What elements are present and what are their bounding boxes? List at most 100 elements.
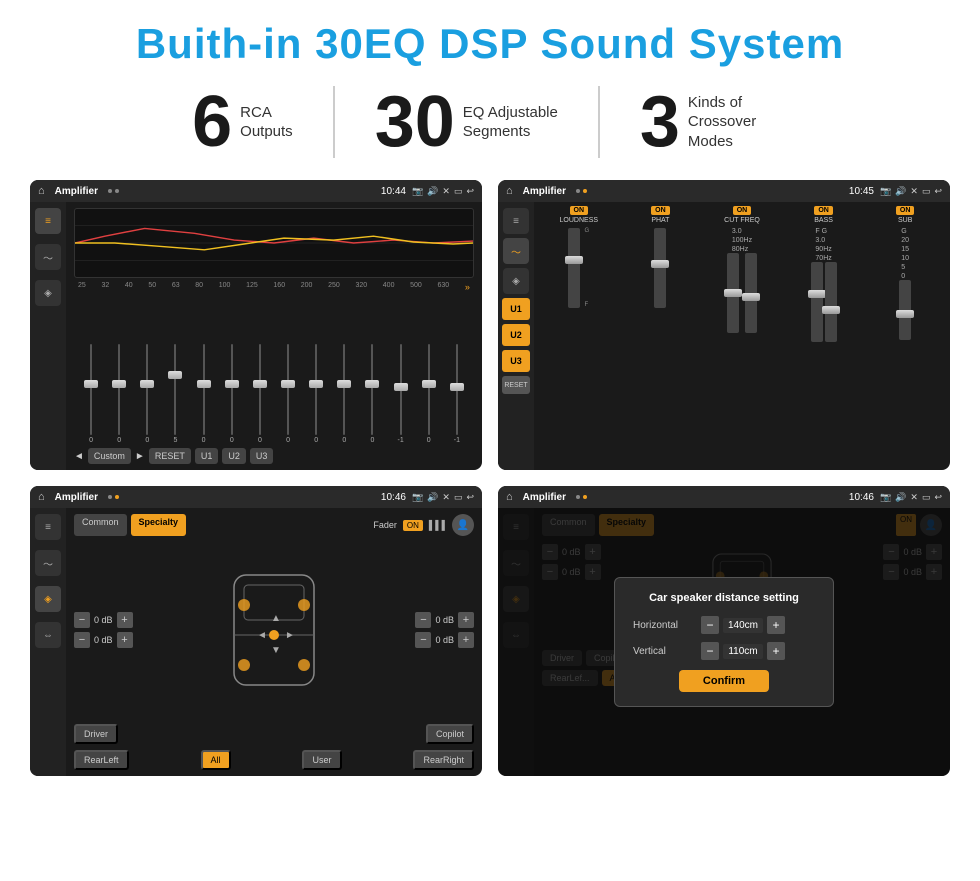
- horizontal-minus-btn[interactable]: −: [701, 616, 719, 634]
- horizontal-stepper: − 140cm +: [701, 616, 785, 634]
- back-icon[interactable]: ↩: [466, 186, 474, 197]
- db-minus-1[interactable]: −: [74, 612, 90, 628]
- svg-text:►: ►: [285, 630, 295, 641]
- fader-center: ▲ ▼ ◄ ►: [141, 542, 408, 718]
- bass-slider[interactable]: [811, 262, 823, 342]
- user-btn[interactable]: User: [302, 750, 341, 770]
- rearleft-btn[interactable]: RearLeft: [74, 750, 129, 770]
- close-icon-2[interactable]: ✕: [910, 186, 918, 197]
- screen1-time: 10:44: [381, 186, 406, 197]
- eq-freq-labels: 25 32 40 50 63 80 100 125 160 200 250 32…: [74, 282, 474, 292]
- db-plus-1[interactable]: +: [117, 612, 133, 628]
- window-icon-2: ▭: [922, 186, 931, 197]
- speaker-icon[interactable]: ◈: [35, 280, 61, 306]
- db-val-4: 0 dB: [435, 635, 454, 645]
- tab-specialty[interactable]: Specialty: [131, 514, 187, 536]
- db-minus-3[interactable]: −: [415, 612, 431, 628]
- screen-dialog: ⌂ Amplifier 10:46 📷 🔊 ✕ ▭ ↩: [498, 486, 950, 776]
- confirm-button[interactable]: Confirm: [679, 670, 769, 692]
- close-icon-3[interactable]: ✕: [442, 492, 450, 503]
- slider-2[interactable]: 0: [106, 344, 132, 444]
- driver-btn[interactable]: Driver: [74, 724, 118, 744]
- wave-icon-2[interactable]: 〜: [503, 238, 529, 264]
- slider-12[interactable]: -1: [388, 344, 414, 444]
- db-plus-4[interactable]: +: [458, 632, 474, 648]
- fader-bottom-2: RearLeft All User RearRight: [74, 750, 474, 770]
- topbar-icons-4: 📷 🔊 ✕ ▭ ↩: [880, 492, 942, 503]
- cutfreq-slider2[interactable]: [745, 253, 757, 333]
- copilot-btn[interactable]: Copilot: [426, 724, 474, 744]
- cutfreq-slider[interactable]: [727, 253, 739, 333]
- stat-crossover: 3 Kinds of Crossover Modes: [600, 86, 828, 158]
- slider-6[interactable]: 0: [219, 344, 245, 444]
- back-icon-4[interactable]: ↩: [934, 492, 942, 503]
- home-icon-2[interactable]: ⌂: [506, 185, 513, 197]
- slider-8[interactable]: 0: [275, 344, 301, 444]
- home-icon-4[interactable]: ⌂: [506, 491, 513, 503]
- fader-on-badge: ON: [403, 520, 423, 531]
- prev-arrow[interactable]: ◄: [74, 451, 84, 462]
- db-plus-3[interactable]: +: [458, 612, 474, 628]
- home-icon[interactable]: ⌂: [38, 185, 45, 197]
- slider-9[interactable]: 0: [303, 344, 329, 444]
- home-icon-3[interactable]: ⌂: [38, 491, 45, 503]
- rearright-btn[interactable]: RearRight: [413, 750, 474, 770]
- eq-icon-3[interactable]: ≡: [35, 514, 61, 540]
- sub-slider[interactable]: [899, 280, 911, 340]
- vertical-plus-btn[interactable]: +: [767, 642, 785, 660]
- u2-btn[interactable]: U2: [222, 448, 246, 464]
- slider-11[interactable]: 0: [359, 344, 385, 444]
- back-icon-3[interactable]: ↩: [466, 492, 474, 503]
- screen3-content: ≡ 〜 ◈ ⇔ Common Specialty Fader ON ▌▌▌: [30, 508, 482, 776]
- fader-bottom: Driver Copilot: [74, 724, 474, 744]
- u1-side-btn[interactable]: U1: [502, 298, 530, 320]
- bass-slider2[interactable]: [825, 262, 837, 342]
- horizontal-plus-btn[interactable]: +: [767, 616, 785, 634]
- back-icon-2[interactable]: ↩: [934, 186, 942, 197]
- db-minus-2[interactable]: −: [74, 632, 90, 648]
- wave-icon[interactable]: 〜: [35, 244, 61, 270]
- ch-on-badge-phat: ON: [651, 206, 670, 215]
- fader-left-col: − 0 dB + − 0 dB +: [74, 542, 133, 718]
- reset-small-btn[interactable]: RESET: [502, 376, 530, 394]
- arrows-icon-3[interactable]: ⇔: [35, 622, 61, 648]
- slider-10[interactable]: 0: [331, 344, 357, 444]
- slider-1[interactable]: 0: [78, 344, 104, 444]
- u3-btn[interactable]: U3: [250, 448, 274, 464]
- slider-4[interactable]: 5: [162, 344, 188, 444]
- stat-number-30: 30: [375, 86, 455, 158]
- amp-side: ≡ 〜 ◈ U1 U2 U3 RESET: [498, 202, 534, 470]
- db-minus-4[interactable]: −: [415, 632, 431, 648]
- all-btn[interactable]: All: [201, 750, 231, 770]
- ch-phat: ON PHAT: [622, 206, 700, 466]
- slider-7[interactable]: 0: [247, 344, 273, 444]
- slider-3[interactable]: 0: [134, 344, 160, 444]
- wave-icon-3[interactable]: 〜: [35, 550, 61, 576]
- phat-slider[interactable]: [654, 228, 666, 308]
- tab-common[interactable]: Common: [74, 514, 127, 536]
- vertical-value: 110cm: [723, 644, 763, 659]
- screen4-content: ≡ 〜 ◈ ⇔ Common Specialty ON 👤: [498, 508, 950, 776]
- profile-icon-3[interactable]: 👤: [452, 514, 474, 536]
- slider-5[interactable]: 0: [191, 344, 217, 444]
- close-icon[interactable]: ✕: [442, 186, 450, 197]
- u1-btn[interactable]: U1: [195, 448, 219, 464]
- slider-13[interactable]: 0: [416, 344, 442, 444]
- eq-icon[interactable]: ≡: [35, 208, 61, 234]
- slider-14[interactable]: -1: [444, 344, 470, 444]
- db-plus-2[interactable]: +: [117, 632, 133, 648]
- speaker-icon-3[interactable]: ◈: [35, 586, 61, 612]
- u2-side-btn[interactable]: U2: [502, 324, 530, 346]
- svg-text:▼: ▼: [271, 645, 281, 656]
- close-icon-4[interactable]: ✕: [910, 492, 918, 503]
- speaker-icon-2[interactable]: ◈: [503, 268, 529, 294]
- amp-channels: ON LOUDNESS G F: [540, 206, 944, 466]
- screen2-time: 10:45: [849, 186, 874, 197]
- reset-btn[interactable]: RESET: [149, 448, 191, 464]
- u3-side-btn[interactable]: U3: [502, 350, 530, 372]
- next-arrow[interactable]: ►: [135, 451, 145, 462]
- vertical-minus-btn[interactable]: −: [701, 642, 719, 660]
- custom-btn[interactable]: Custom: [88, 448, 131, 464]
- eq-icon-2[interactable]: ≡: [503, 208, 529, 234]
- loudness-slider[interactable]: [568, 228, 580, 308]
